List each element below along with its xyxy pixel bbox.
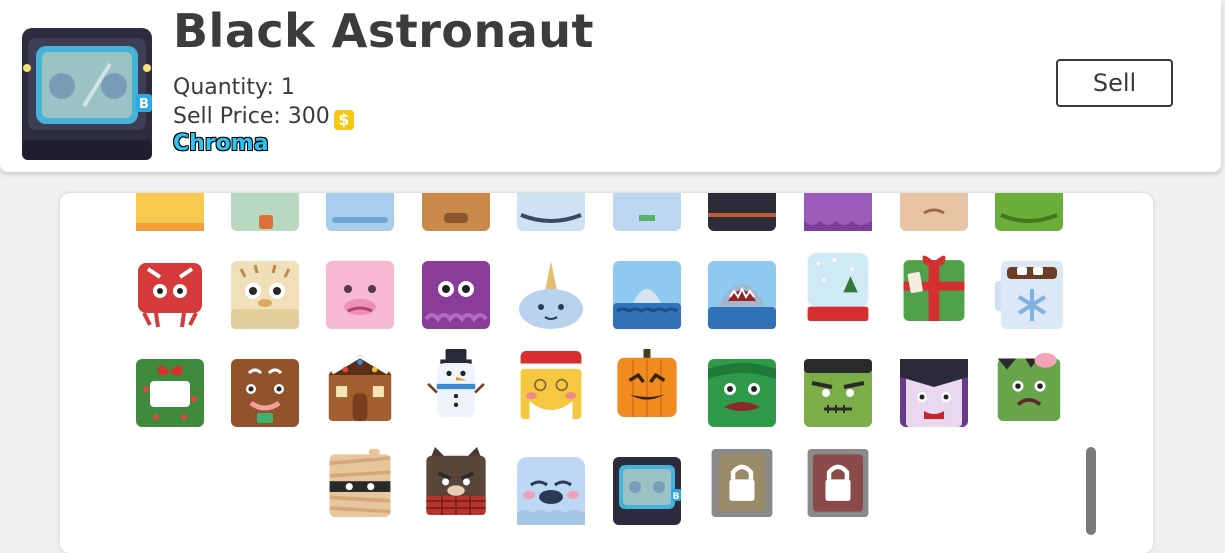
narwhal-blook[interactable] [517, 261, 585, 329]
present-blook[interactable] [900, 253, 968, 321]
scrollbar-thumb[interactable] [1086, 447, 1096, 535]
gingerbread-house-blook[interactable] [326, 353, 394, 421]
blobfish-blook[interactable] [326, 261, 394, 329]
sell-price-label: Sell Price: 300 [173, 104, 330, 129]
ghost-blook[interactable] [517, 457, 585, 525]
partial-blue-blook[interactable] [326, 193, 394, 231]
quantity-label: Quantity: 1 [173, 75, 295, 100]
vampire-blook[interactable] [900, 359, 968, 427]
zombie-blook[interactable] [995, 353, 1063, 421]
sell-price-row: Sell Price: 300 $ [173, 104, 354, 130]
werewolf-blook[interactable] [422, 447, 490, 515]
crab-blook[interactable] [136, 261, 204, 329]
black-astronaut-blook[interactable]: B [613, 457, 681, 525]
baby-shark-blook[interactable] [613, 261, 681, 329]
santa-claus-blook[interactable] [517, 351, 585, 419]
rarity-label: Chroma [173, 131, 269, 156]
locked-blook[interactable] [804, 449, 872, 517]
jack-o-lantern-blook[interactable] [613, 349, 681, 417]
svg-text:B: B [673, 492, 680, 502]
coin-icon: $ [333, 110, 354, 130]
sell-button[interactable]: Sell [1056, 59, 1173, 107]
svg-text:B: B [139, 97, 149, 112]
mega-shark-blook[interactable] [708, 261, 776, 329]
partial-brown-blook[interactable] [422, 193, 490, 231]
partial-mint-blook[interactable] [231, 193, 299, 231]
snowman-blook[interactable] [422, 349, 490, 417]
partial-yellow-blook[interactable] [136, 193, 204, 231]
black-astronaut-icon: B [22, 28, 152, 160]
blook-grid-panel: B [60, 193, 1153, 553]
partial-lightblue-blook[interactable] [613, 193, 681, 231]
partial-green-blook[interactable] [995, 193, 1063, 231]
partial-purple-blook[interactable] [804, 193, 872, 231]
mummy-blook[interactable] [326, 449, 394, 517]
octopus-blook[interactable] [422, 261, 490, 329]
swamp-monster-blook[interactable] [708, 359, 776, 427]
item-title: Black Astronaut [173, 4, 595, 58]
pufferfish-blook[interactable] [231, 261, 299, 329]
frankenstein-blook[interactable] [804, 359, 872, 427]
partial-globe-blook[interactable] [517, 193, 585, 231]
partial-tan-blook[interactable] [900, 193, 968, 231]
snow-globe-blook[interactable] [804, 253, 872, 321]
partial-dark-blook[interactable] [708, 193, 776, 231]
wreath-blook[interactable] [136, 359, 204, 427]
gingerbread-man-blook[interactable] [231, 359, 299, 427]
hot-cocoa-blook[interactable] [995, 261, 1063, 329]
locked-blook[interactable] [708, 449, 776, 517]
item-header: B Black Astronaut Quantity: 1 Sell Price… [0, 0, 1221, 172]
